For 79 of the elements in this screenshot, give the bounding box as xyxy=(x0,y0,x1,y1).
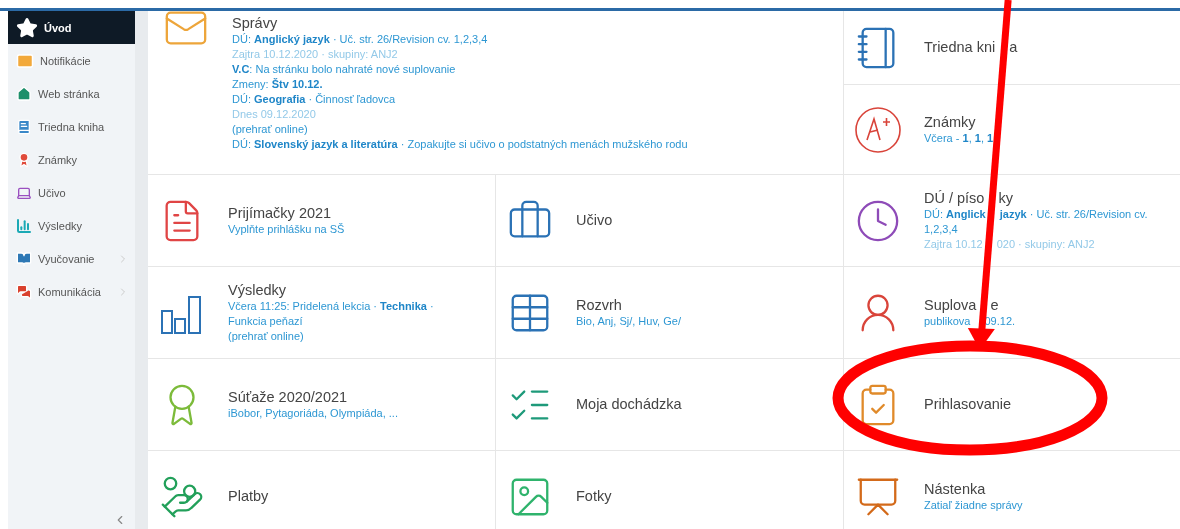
tile-text: Včera 11:25: Pridelená lekcia · Technika · xyxy=(228,298,434,314)
sidebar-item[interactable]: Triedna kniha xyxy=(8,110,135,143)
tile-title: Suplova xyxy=(924,296,977,314)
tile-text: Zajtra 10.12.2020 · skupiny: ANJ2 xyxy=(232,47,398,62)
tile-title: Nástenka xyxy=(924,480,986,498)
tile-text: Funkcia peňazí xyxy=(228,313,303,329)
tile-text: 1,2,3,4 xyxy=(924,221,958,237)
tile-text: Bio, Anj, Sj/, Huv, Ge/ xyxy=(576,313,681,329)
sidebar-label: Učivo xyxy=(38,186,67,199)
module-tile[interactable]: Platby xyxy=(148,451,495,529)
tile-text: Zmeny: Štv 10.12. xyxy=(232,77,323,92)
module-tile[interactable]: Súťaže 2020/2021 iBobor, Pytagoriáda, Olympiáda, ... xyxy=(148,359,495,450)
tile-title: Prihlasovanie xyxy=(924,396,1012,413)
sidebar-item[interactable]: Známky xyxy=(8,143,135,176)
tile-text: DÚ: Anglick xyxy=(924,206,986,222)
tile-title: Moja dochádzka xyxy=(576,396,682,413)
chat-icon xyxy=(16,283,32,300)
tile-title: DÚ / píso xyxy=(924,189,985,207)
sidebar-item[interactable]: Výsledky xyxy=(8,209,135,242)
tile-text: (prehrať online) xyxy=(232,122,308,137)
module-tile[interactable]: Triedna kni a xyxy=(844,11,1180,84)
tile-text: 020 · skupiny: ANJ2 xyxy=(996,236,1095,252)
module-tile[interactable]: Fotky xyxy=(496,451,843,529)
sidebar-label: Známky xyxy=(38,153,79,166)
sidebar-item[interactable]: Komunikácia xyxy=(8,275,135,308)
sidebar-label: Výsledky xyxy=(38,219,84,232)
tile-title: Prijímačky 2021 xyxy=(228,204,332,222)
tile-text: (prehrať online) xyxy=(228,328,304,344)
badge-icon xyxy=(16,151,32,168)
module-tile[interactable]: Moja dochádzka xyxy=(496,359,843,450)
tile-text: jazyk · Uč. str. 26/Revision cv. xyxy=(999,206,1148,222)
sidebar-label: Web stránka xyxy=(38,87,101,100)
tile-text: Zatiaľ žiadne správy xyxy=(924,497,1023,513)
module-tile[interactable]: DÚ / píso ky DÚ: Anglick jazyk · Uč. str. 26/Revision cv. 1,2,3,4 Zajtra 10.12 020 · skupiny: ANJ2 xyxy=(844,175,1180,266)
module-tile[interactable]: Známky Včera - 1, 1, 1 xyxy=(844,85,1180,174)
bar-chart-icon xyxy=(16,217,32,234)
sidebar-label: Notifikácie xyxy=(40,54,92,67)
tile-text: Vyplňte prihlášku na SŠ xyxy=(228,221,345,237)
tile-title: Známky xyxy=(924,113,976,131)
star-icon xyxy=(16,16,38,39)
sidebar-label: Komunikácia xyxy=(38,285,102,298)
sidebar-label: Triedna kniha xyxy=(38,120,106,133)
tile-text: DÚ: Anglický jazyk · Uč. str. 26/Revision cv. 1,2,3,4 xyxy=(232,32,488,47)
tile-title: ky xyxy=(998,189,1013,207)
tile-title: Výsledky xyxy=(228,281,287,299)
tile-text: Zajtra 10.12 xyxy=(924,236,983,252)
sidebar-item[interactable]: Web stránka xyxy=(8,77,135,110)
sidebar-item[interactable]: Notifikácie xyxy=(8,44,135,77)
tile-title: a xyxy=(1009,39,1018,56)
tile-title: Súťaže 2020/2021 xyxy=(228,388,348,406)
sidebar-label: Vyučovanie xyxy=(38,252,96,265)
tile-text: DÚ: Slovenský jazyk a literatúra · Zopakujte si učivo o podstatných menách mužského rodu xyxy=(232,137,688,152)
tile-text: DÚ: Geografia · Činnosť ľadovca xyxy=(232,92,396,107)
sidebar-label: Úvod xyxy=(44,21,73,34)
grade-circle-icon xyxy=(854,105,902,154)
module-tile[interactable] xyxy=(148,11,843,174)
module-tile[interactable]: Výsledky Včera 11:25: Pridelená lekcia · Technika · Funkcia peňazí (prehrať online) xyxy=(148,267,495,358)
tile-title: Správy xyxy=(232,15,278,32)
module-tile[interactable]: Učivo xyxy=(496,175,843,266)
book-icon xyxy=(16,118,32,135)
tile-text: iBobor, Pytagoriáda, Olympiáda, ... xyxy=(228,405,398,421)
module-tile[interactable]: Rozvrh Bio, Anj, Sj/, Huv, Ge/ xyxy=(496,267,843,358)
module-tile[interactable]: Prijímačky 2021 Vyplňte prihlášku na SŠ xyxy=(148,175,495,266)
tile-title: Fotky xyxy=(576,488,612,505)
tile-text: publikova xyxy=(924,313,971,329)
tile-text: V.C: Na stránku bolo nahraté nové suplovanie xyxy=(232,62,456,77)
tile-title: Učivo xyxy=(576,212,613,229)
tile-text: Včera - 1, 1, 1 xyxy=(924,130,994,146)
tile-title: Triedna kni xyxy=(924,39,996,56)
tile-text: Dnes 09.12.2020 xyxy=(232,107,316,122)
tile-title: Rozvrh xyxy=(576,296,622,314)
sidebar-item[interactable]: Vyučovanie xyxy=(8,242,135,275)
module-tile[interactable]: Nástenka Zatiaľ žiadne správy xyxy=(844,451,1180,529)
tile-title: Platby xyxy=(228,488,269,505)
house-icon xyxy=(16,85,32,102)
open-book-icon xyxy=(16,250,32,267)
sidebar-item[interactable]: Učivo xyxy=(8,176,135,209)
sidebar-item[interactable]: Úvod xyxy=(8,11,135,44)
tile-title: e xyxy=(990,296,999,314)
